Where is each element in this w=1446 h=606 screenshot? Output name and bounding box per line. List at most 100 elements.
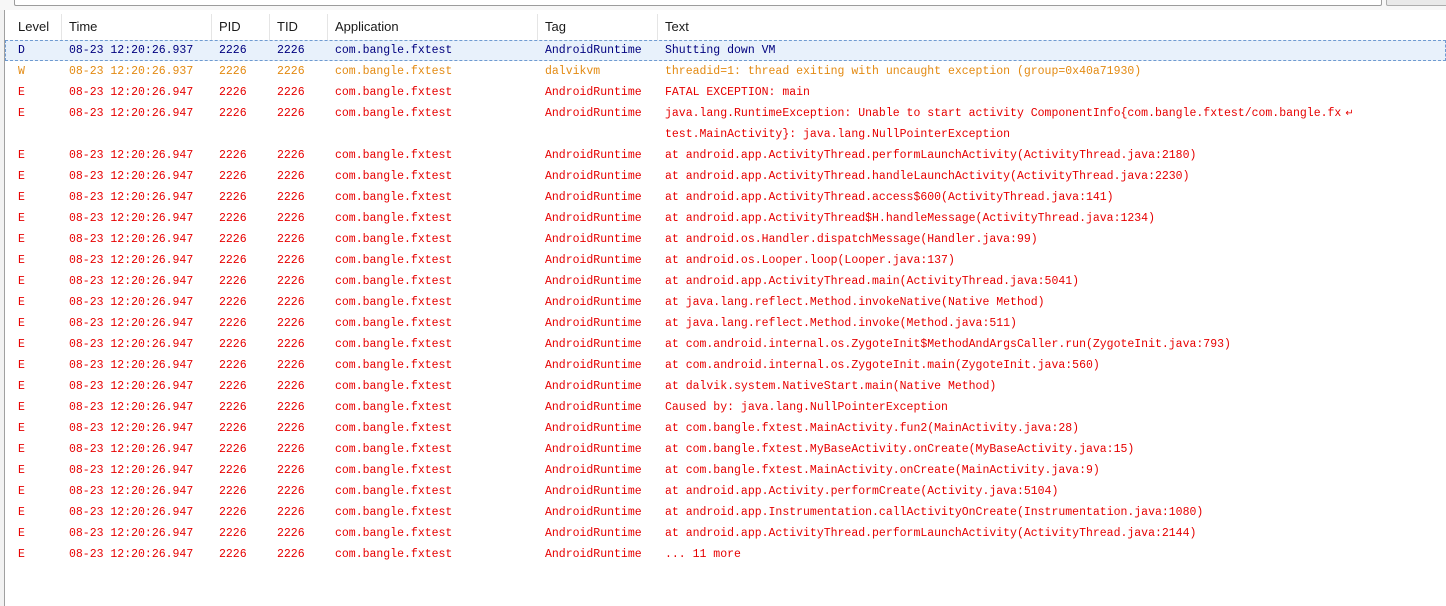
log-row[interactable]: D 08-23 12:20:26.937 2226 2226 com.bangle.fx… xyxy=(5,40,1446,61)
log-row[interactable]: E 08-23 12:20:26.947 2226 2226 com.bangle.fx… xyxy=(5,208,1446,229)
log-row[interactable]: E 08-23 12:20:26.947 2226 2226 com.bangle.fx… xyxy=(5,271,1446,292)
log-application: com.bangle.fxtest xyxy=(335,548,453,561)
filter-button[interactable] xyxy=(1386,0,1446,6)
log-text: at dalvik.system.NativeStart.main(Native… xyxy=(665,376,1385,397)
log-pid: 2226 xyxy=(219,212,247,225)
log-text-line: ... 11 more xyxy=(665,548,741,561)
log-pid: 2226 xyxy=(219,422,247,435)
column-header-text[interactable]: Text xyxy=(658,14,1438,40)
column-header-tid[interactable]: TID xyxy=(270,14,328,40)
log-tid: 2226 xyxy=(277,548,305,561)
log-row[interactable]: E 08-23 12:20:26.947 2226 2226 com.bangle.fx… xyxy=(5,250,1446,271)
log-tid: 2226 xyxy=(277,254,305,267)
log-text: at com.android.internal.os.ZygoteInit.ma… xyxy=(665,355,1385,376)
log-tid: 2226 xyxy=(277,233,305,246)
log-row[interactable]: E 08-23 12:20:26.947 2226 2226 com.bangle.fx… xyxy=(5,502,1446,523)
log-pid: 2226 xyxy=(219,170,247,183)
log-text: at android.app.ActivityThread.main(Activ… xyxy=(665,271,1385,292)
log-text-line: test.MainActivity}: java.lang.NullPointe… xyxy=(665,128,1011,141)
log-tid: 2226 xyxy=(277,401,305,414)
log-row[interactable]: E 08-23 12:20:26.947 2226 2226 com.bangle.fx… xyxy=(5,166,1446,187)
log-level: E xyxy=(18,464,25,477)
log-row[interactable]: E 08-23 12:20:26.947 2226 2226 com.bangle.fx… xyxy=(5,418,1446,439)
log-row[interactable]: E 08-23 12:20:26.947 2226 2226 com.bangle.fx… xyxy=(5,376,1446,397)
log-time: 08-23 12:20:26.947 xyxy=(69,254,194,267)
log-time: 08-23 12:20:26.947 xyxy=(69,107,194,120)
log-application: com.bangle.fxtest xyxy=(335,149,453,162)
log-application: com.bangle.fxtest xyxy=(335,527,453,540)
column-header-time[interactable]: Time xyxy=(62,14,212,40)
log-text: at java.lang.reflect.Method.invoke(Metho… xyxy=(665,313,1385,334)
log-time: 08-23 12:20:26.947 xyxy=(69,233,194,246)
log-tag: AndroidRuntime xyxy=(545,212,642,225)
log-application: com.bangle.fxtest xyxy=(335,359,453,372)
log-pid: 2226 xyxy=(219,233,247,246)
log-row[interactable]: E 08-23 12:20:26.947 2226 2226 com.bangle.fx… xyxy=(5,397,1446,418)
log-pid: 2226 xyxy=(219,359,247,372)
log-text-line: at android.app.Activity.performCreate(Ac… xyxy=(665,485,1059,498)
log-pid: 2226 xyxy=(219,86,247,99)
log-row[interactable]: E 08-23 12:20:26.947 2226 2226 com.bangle.fx… xyxy=(5,82,1446,103)
log-row[interactable]: E 08-23 12:20:26.947 2226 2226 com.bangle.fx… xyxy=(5,355,1446,376)
line-wrap-icon: ↵ xyxy=(1345,108,1354,119)
log-time: 08-23 12:20:26.947 xyxy=(69,275,194,288)
log-level: E xyxy=(18,401,25,414)
log-application: com.bangle.fxtest xyxy=(335,401,453,414)
log-text-line: at android.app.ActivityThread.main(Activ… xyxy=(665,275,1080,288)
log-tag: AndroidRuntime xyxy=(545,527,642,540)
column-header-tag[interactable]: Tag xyxy=(538,14,658,40)
log-time: 08-23 12:20:26.937 xyxy=(69,44,194,57)
log-row[interactable]: E 08-23 12:20:26.947 2226 2226 com.bangle.fx… xyxy=(5,544,1446,565)
log-tid: 2226 xyxy=(277,317,305,330)
log-text-line: at android.os.Looper.loop(Looper.java:13… xyxy=(665,254,955,267)
log-level: D xyxy=(18,44,25,57)
log-row[interactable]: E 08-23 12:20:26.947 2226 2226 com.bangle.fx… xyxy=(5,481,1446,502)
log-application: com.bangle.fxtest xyxy=(335,275,453,288)
log-level: W xyxy=(18,65,25,78)
log-text: at android.app.Activity.performCreate(Ac… xyxy=(665,481,1385,502)
log-row[interactable]: E 08-23 12:20:26.947 2226 2226 com.bangle.fx… xyxy=(5,523,1446,544)
log-row[interactable]: E 08-23 12:20:26.947 2226 2226 com.bangle.fx… xyxy=(5,334,1446,355)
log-time: 08-23 12:20:26.937 xyxy=(69,65,194,78)
log-time: 08-23 12:20:26.947 xyxy=(69,338,194,351)
column-header-level[interactable]: Level xyxy=(11,14,62,40)
log-level: E xyxy=(18,422,25,435)
log-row[interactable]: E 08-23 12:20:26.947 2226 2226 com.bangle.fx… xyxy=(5,313,1446,334)
log-text: java.lang.RuntimeException: Unable to st… xyxy=(665,103,1385,145)
filter-input[interactable] xyxy=(14,0,1382,6)
log-text-line: at java.lang.reflect.Method.invokeNative… xyxy=(665,296,1045,309)
log-row[interactable]: E 08-23 12:20:26.947 2226 2226 com.bangle.fx… xyxy=(5,187,1446,208)
log-tag: AndroidRuntime xyxy=(545,443,642,456)
log-text-line: at com.bangle.fxtest.MyBaseActivity.onCr… xyxy=(665,443,1135,456)
log-text: at android.app.ActivityThread.performLau… xyxy=(665,523,1385,544)
log-application: com.bangle.fxtest xyxy=(335,506,453,519)
log-tag: AndroidRuntime xyxy=(545,317,642,330)
column-header-pid[interactable]: PID xyxy=(212,14,270,40)
log-application: com.bangle.fxtest xyxy=(335,338,453,351)
column-header: Level Time PID TID Application Tag Text xyxy=(5,14,1446,41)
log-pid: 2226 xyxy=(219,380,247,393)
log-row[interactable]: W 08-23 12:20:26.937 2226 2226 com.bangle.fx… xyxy=(5,61,1446,82)
log-text: at android.os.Looper.loop(Looper.java:13… xyxy=(665,250,1385,271)
log-text-line: at java.lang.reflect.Method.invoke(Metho… xyxy=(665,317,1017,330)
log-row[interactable]: E 08-23 12:20:26.947 2226 2226 com.bangle.fx… xyxy=(5,292,1446,313)
log-pid: 2226 xyxy=(219,191,247,204)
log-tid: 2226 xyxy=(277,422,305,435)
log-row[interactable]: E 08-23 12:20:26.947 2226 2226 com.bangle.fx… xyxy=(5,103,1446,145)
log-time: 08-23 12:20:26.947 xyxy=(69,170,194,183)
log-level: E xyxy=(18,275,25,288)
log-row[interactable]: E 08-23 12:20:26.947 2226 2226 com.bangle.fx… xyxy=(5,439,1446,460)
log-text: FATAL EXCEPTION: main xyxy=(665,82,1385,103)
log-text-line: java.lang.RuntimeException: Unable to st… xyxy=(665,107,1342,120)
column-header-application[interactable]: Application xyxy=(328,14,538,40)
log-row[interactable]: E 08-23 12:20:26.947 2226 2226 com.bangle.fx… xyxy=(5,229,1446,250)
log-tag: AndroidRuntime xyxy=(545,485,642,498)
log-text: at java.lang.reflect.Method.invokeNative… xyxy=(665,292,1385,313)
log-text: Caused by: java.lang.NullPointerExceptio… xyxy=(665,397,1385,418)
log-row[interactable]: E 08-23 12:20:26.947 2226 2226 com.bangle.fx… xyxy=(5,460,1446,481)
log-text-line: at android.app.ActivityThread.handleLaun… xyxy=(665,170,1190,183)
log-row[interactable]: E 08-23 12:20:26.947 2226 2226 com.bangle.fx… xyxy=(5,145,1446,166)
log-text-line: at android.app.ActivityThread.performLau… xyxy=(665,149,1197,162)
log-level: E xyxy=(18,107,25,120)
log-tid: 2226 xyxy=(277,296,305,309)
